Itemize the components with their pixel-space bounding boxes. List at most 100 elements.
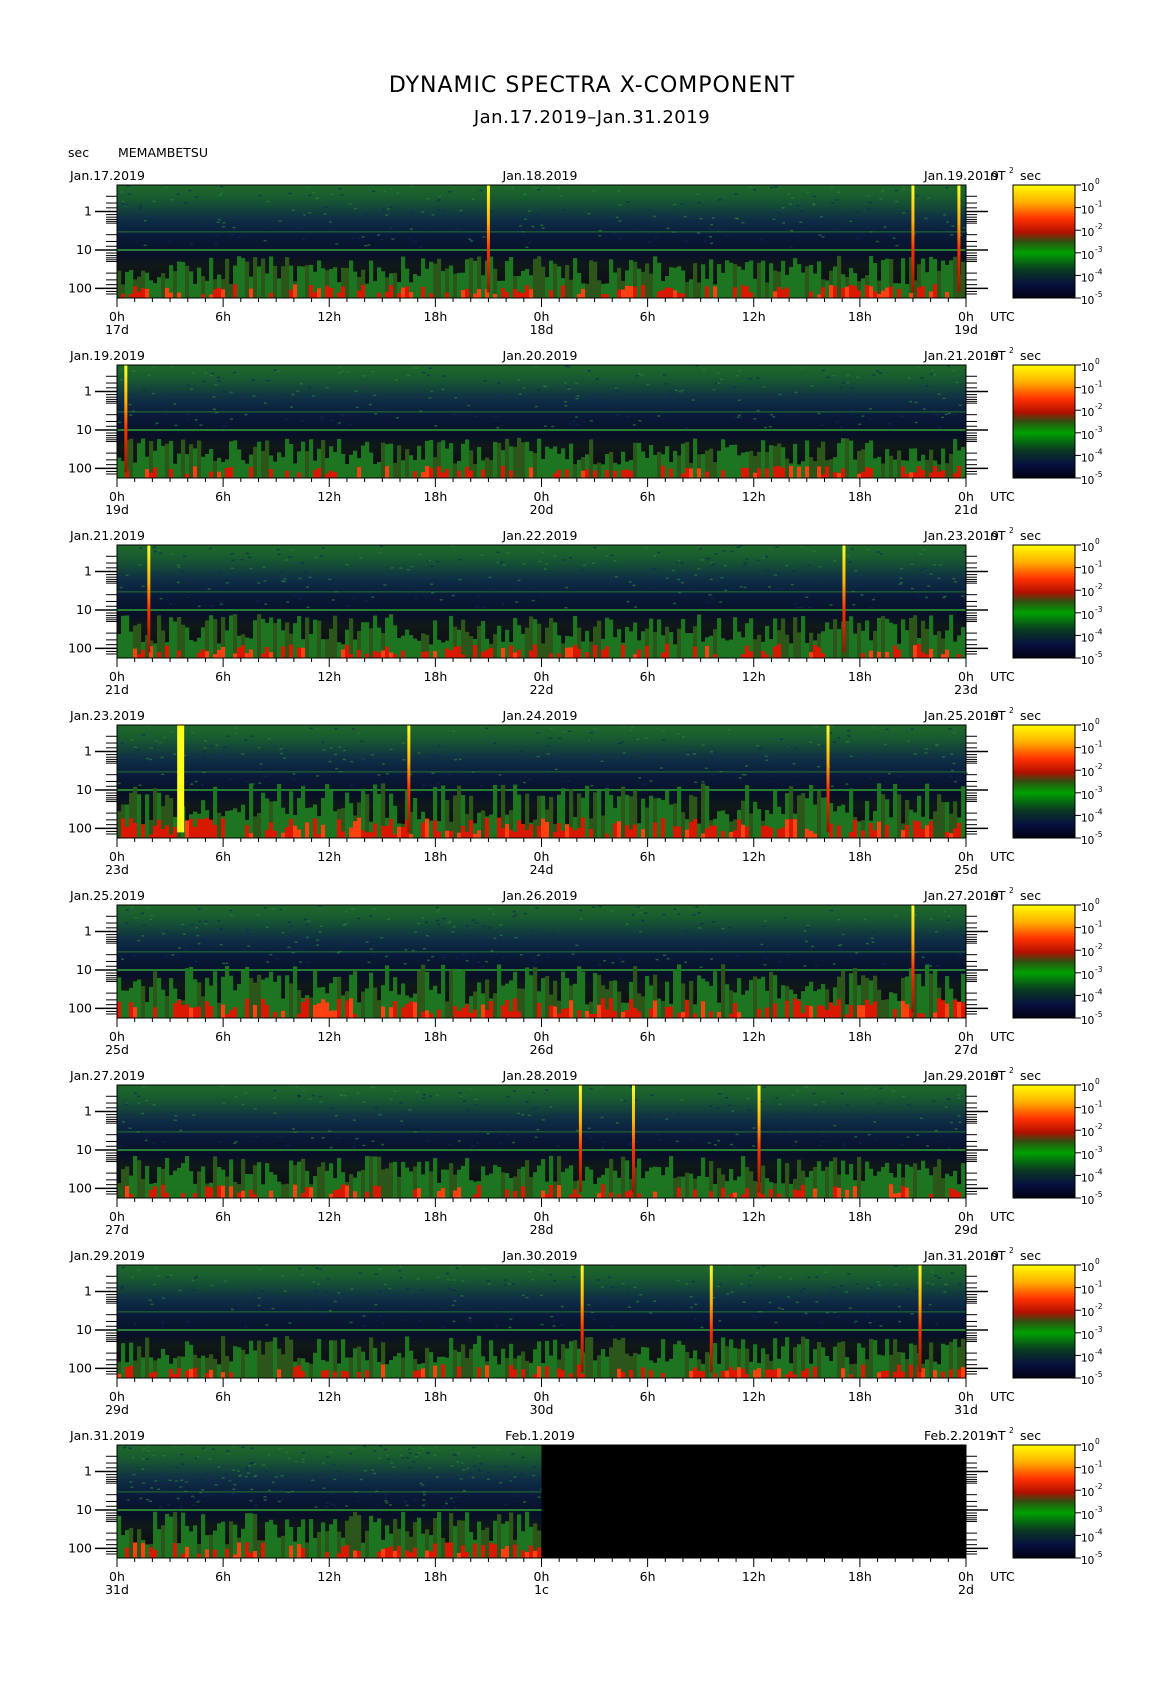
activity-column — [385, 1168, 389, 1198]
activity-column — [201, 1166, 205, 1198]
activity-peak — [941, 654, 945, 658]
noise-speck — [350, 785, 353, 787]
noise-speck — [947, 365, 950, 367]
noise-speck — [765, 556, 768, 558]
noise-speck — [550, 1316, 553, 1318]
activity-column — [881, 1000, 885, 1018]
activity-peak — [845, 1014, 849, 1018]
activity-column — [265, 1163, 269, 1198]
activity-peak — [585, 1011, 589, 1018]
noise-speck — [856, 1283, 859, 1285]
noise-speck — [121, 191, 124, 193]
activity-column — [233, 440, 237, 478]
noise-speck — [656, 1133, 659, 1135]
noise-speck — [802, 579, 805, 581]
noise-speck — [685, 427, 688, 429]
noise-speck — [363, 584, 366, 586]
activity-column — [645, 1171, 649, 1198]
noise-speck — [330, 1107, 333, 1109]
activity-column — [385, 1364, 389, 1378]
activity-peak — [465, 832, 469, 838]
panel-mid-date: Jan.26.2019 — [502, 888, 578, 903]
noise-speck — [380, 239, 383, 241]
colorbar-tick-base: 10 — [1081, 565, 1094, 577]
noise-speck — [681, 390, 684, 392]
noise-speck — [247, 945, 250, 947]
noise-speck — [657, 552, 660, 554]
colorbar-tick-base: 10 — [1081, 1150, 1094, 1162]
activity-peak — [357, 650, 361, 658]
noise-speck — [842, 216, 845, 218]
activity-peak — [721, 831, 725, 838]
activity-column — [893, 283, 897, 298]
activity-column — [565, 1168, 569, 1198]
noise-speck — [562, 731, 565, 733]
noise-speck — [287, 947, 290, 949]
noise-speck — [145, 1140, 148, 1142]
activity-column — [753, 976, 757, 1018]
noise-speck — [348, 937, 351, 939]
colorbar — [1013, 1085, 1075, 1198]
activity-column — [593, 973, 597, 1018]
activity-column — [461, 620, 465, 658]
activity-peak — [485, 1365, 489, 1378]
noise-speck — [657, 415, 660, 417]
noise-speck — [868, 208, 871, 210]
activity-column — [245, 464, 249, 478]
activity-peak — [601, 294, 605, 298]
noise-speck — [362, 759, 365, 761]
activity-peak — [261, 653, 265, 658]
noise-speck — [764, 957, 767, 959]
activity-column — [805, 1177, 809, 1198]
activity-peak — [337, 292, 341, 298]
noise-speck — [719, 601, 722, 603]
noise-speck — [831, 726, 834, 728]
activity-peak — [765, 826, 769, 838]
x-unit-label: UTC — [990, 849, 1015, 864]
noise-speck — [295, 1086, 298, 1088]
activity-column — [217, 1364, 221, 1378]
activity-peak — [553, 832, 557, 838]
noise-speck — [292, 779, 295, 781]
noise-speck — [895, 190, 898, 192]
noise-speck — [220, 928, 223, 930]
activity-peak — [325, 1002, 329, 1018]
activity-peak — [621, 645, 625, 658]
activity-peak — [765, 1369, 769, 1378]
activity-column — [409, 1351, 413, 1378]
noise-speck — [215, 242, 218, 244]
activity-column — [801, 793, 805, 838]
noise-speck — [700, 950, 703, 952]
activity-peak — [657, 291, 661, 298]
noise-speck — [235, 1096, 238, 1098]
noise-speck — [805, 941, 808, 943]
noise-speck — [886, 223, 889, 225]
activity-peak — [165, 1193, 169, 1198]
activity-peak — [417, 1188, 421, 1198]
activity-column — [277, 619, 281, 658]
noise-speck — [265, 1324, 268, 1326]
noise-speck — [840, 427, 843, 429]
activity-column — [329, 1163, 333, 1198]
noise-speck — [612, 579, 615, 581]
noise-speck — [688, 1302, 691, 1304]
activity-column — [937, 1159, 941, 1198]
activity-column — [497, 443, 501, 478]
noise-speck — [253, 937, 256, 939]
noise-speck — [161, 774, 164, 776]
noise-speck — [915, 763, 918, 765]
activity-peak — [777, 829, 781, 838]
activity-peak — [421, 472, 425, 478]
noise-speck — [220, 944, 223, 946]
activity-column — [509, 1178, 513, 1198]
x-unit-label: UTC — [990, 309, 1015, 324]
activity-peak — [129, 818, 133, 838]
noise-speck — [943, 911, 946, 913]
noise-speck — [352, 728, 355, 730]
activity-column — [865, 1359, 869, 1378]
noise-speck — [579, 918, 582, 920]
activity-peak — [953, 1000, 957, 1018]
noise-speck — [170, 1112, 173, 1114]
activity-peak — [217, 1186, 221, 1198]
noise-speck — [121, 959, 124, 961]
